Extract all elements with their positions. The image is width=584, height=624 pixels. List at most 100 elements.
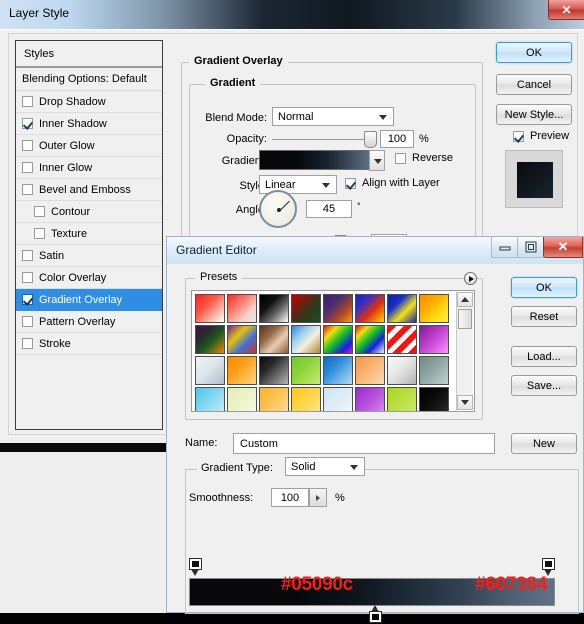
sidebar-item-drop-shadow[interactable]: Drop Shadow — [16, 91, 162, 113]
sidebar-item-blending-options[interactable]: Blending Options: Default — [16, 68, 162, 91]
sidebar-item-bevel-and-emboss[interactable]: Bevel and Emboss — [16, 179, 162, 201]
scroll-up-icon[interactable] — [457, 292, 473, 307]
close-icon[interactable]: ✕ — [543, 237, 583, 258]
preset-swatch-12[interactable] — [323, 325, 353, 354]
preset-swatch-6[interactable] — [387, 294, 417, 323]
presets-flyout-menu-icon[interactable] — [464, 272, 477, 285]
opacity-slider-thumb[interactable] — [364, 131, 377, 148]
checkbox-satin[interactable] — [22, 250, 33, 261]
scrollbar-thumb[interactable] — [458, 309, 472, 329]
sidebar-item-satin[interactable]: Satin — [16, 245, 162, 267]
load-button[interactable]: Load... — [511, 346, 577, 367]
new-gradient-button[interactable]: New — [511, 433, 577, 454]
align-with-layer-row[interactable]: Align with Layer — [345, 177, 440, 189]
gradient-preview-swatch[interactable] — [259, 150, 371, 170]
preset-swatch-28[interactable] — [323, 387, 353, 411]
checkbox-pattern-overlay[interactable] — [22, 316, 33, 327]
reverse-checkbox-row[interactable]: Reverse — [395, 152, 453, 164]
checkbox-inner-shadow[interactable] — [22, 118, 33, 129]
checkbox-preview[interactable] — [513, 130, 524, 142]
angle-input[interactable]: 45 — [306, 200, 352, 218]
preset-swatch-24[interactable] — [195, 387, 225, 411]
sidebar-item-gradient-overlay[interactable]: Gradient Overlay — [16, 289, 162, 311]
preset-swatch-27[interactable] — [291, 387, 321, 411]
checkbox-bevel-and-emboss[interactable] — [22, 184, 33, 195]
presets-label: Presets — [195, 271, 243, 283]
sidebar-item-texture[interactable]: Texture — [16, 223, 162, 245]
sidebar-item-label: Pattern Overlay — [39, 315, 116, 328]
cancel-button[interactable]: Cancel — [496, 74, 572, 95]
preset-swatch-9[interactable] — [227, 325, 257, 354]
checkbox-gradient-overlay[interactable] — [22, 294, 33, 305]
checkbox-reverse[interactable] — [395, 152, 406, 164]
checkbox-stroke[interactable] — [22, 338, 33, 349]
gradient-editor-titlebar[interactable]: Gradient Editor ✕ — [166, 236, 584, 264]
preset-swatch-21[interactable] — [355, 356, 385, 385]
preset-swatch-16[interactable] — [195, 356, 225, 385]
sidebar-item-inner-glow[interactable]: Inner Glow — [16, 157, 162, 179]
checkbox-inner-glow[interactable] — [22, 162, 33, 173]
color-stop-left[interactable] — [369, 605, 382, 624]
checkbox-texture[interactable] — [34, 228, 45, 239]
sidebar-item-color-overlay[interactable]: Color Overlay — [16, 267, 162, 289]
preset-swatch-25[interactable] — [227, 387, 257, 411]
smoothness-input[interactable]: 100 — [271, 488, 309, 507]
preset-scrollbar[interactable] — [456, 292, 473, 410]
checkbox-outer-glow[interactable] — [22, 140, 33, 151]
minimize-icon[interactable] — [491, 237, 518, 258]
preset-swatch-10[interactable] — [259, 325, 289, 354]
checkbox-drop-shadow[interactable] — [22, 96, 33, 107]
preset-swatch-30[interactable] — [387, 387, 417, 411]
sidebar-item-inner-shadow[interactable]: Inner Shadow — [16, 113, 162, 135]
preset-swatch-13[interactable] — [355, 325, 385, 354]
save-button[interactable]: Save... — [511, 375, 577, 396]
checkbox-align-with-layer[interactable] — [345, 177, 356, 189]
preset-swatch-7[interactable] — [419, 294, 449, 323]
ok-button[interactable]: OK — [496, 42, 572, 63]
checkbox-contour[interactable] — [34, 206, 45, 217]
ok-button[interactable]: OK — [511, 277, 577, 298]
preset-swatch-19[interactable] — [291, 356, 321, 385]
gradient-type-select[interactable]: Solid — [285, 457, 365, 476]
preset-swatch-3[interactable] — [291, 294, 321, 323]
preset-swatch-20[interactable] — [323, 356, 353, 385]
preset-swatch-11[interactable] — [291, 325, 321, 354]
preset-swatch-31[interactable] — [419, 387, 449, 411]
preset-swatch-4[interactable] — [323, 294, 353, 323]
new-style-button[interactable]: New Style... — [496, 104, 572, 125]
angle-dial[interactable] — [259, 190, 297, 228]
preset-swatch-0[interactable] — [195, 294, 225, 323]
preset-swatch-22[interactable] — [387, 356, 417, 385]
smoothness-stepper-icon[interactable] — [309, 488, 327, 507]
gradient-name-input[interactable]: Custom — [233, 433, 495, 454]
chevron-down-icon — [374, 159, 382, 164]
preset-swatch-1[interactable] — [227, 294, 257, 323]
preset-swatch-8[interactable] — [195, 325, 225, 354]
preset-swatch-14[interactable] — [387, 325, 417, 354]
preset-swatch-15[interactable] — [419, 325, 449, 354]
sidebar-item-pattern-overlay[interactable]: Pattern Overlay — [16, 311, 162, 333]
opacity-stop-left[interactable] — [189, 558, 202, 577]
sidebar-item-contour[interactable]: Contour — [16, 201, 162, 223]
sidebar-item-stroke[interactable]: Stroke — [16, 333, 162, 355]
opacity-input[interactable]: 100 — [380, 130, 414, 148]
reset-button[interactable]: Reset — [511, 306, 577, 327]
preset-swatch-29[interactable] — [355, 387, 385, 411]
preset-swatch-list[interactable] — [191, 290, 475, 412]
blend-mode-select[interactable]: Normal — [272, 107, 394, 126]
sidebar-item-outer-glow[interactable]: Outer Glow — [16, 135, 162, 157]
restore-icon[interactable] — [517, 237, 544, 258]
close-icon[interactable]: ✕ — [548, 0, 584, 20]
preview-checkbox-row[interactable]: Preview — [513, 130, 569, 142]
scroll-down-icon[interactable] — [457, 395, 473, 410]
gradient-picker-dropdown[interactable] — [369, 150, 385, 171]
opacity-slider[interactable] — [272, 130, 377, 148]
preset-swatch-18[interactable] — [259, 356, 289, 385]
preset-swatch-2[interactable] — [259, 294, 289, 323]
preset-swatch-26[interactable] — [259, 387, 289, 411]
preset-swatch-17[interactable] — [227, 356, 257, 385]
layer-style-titlebar[interactable]: Layer Style ✕ — [0, 0, 584, 29]
preset-swatch-5[interactable] — [355, 294, 385, 323]
checkbox-color-overlay[interactable] — [22, 272, 33, 283]
preset-swatch-23[interactable] — [419, 356, 449, 385]
